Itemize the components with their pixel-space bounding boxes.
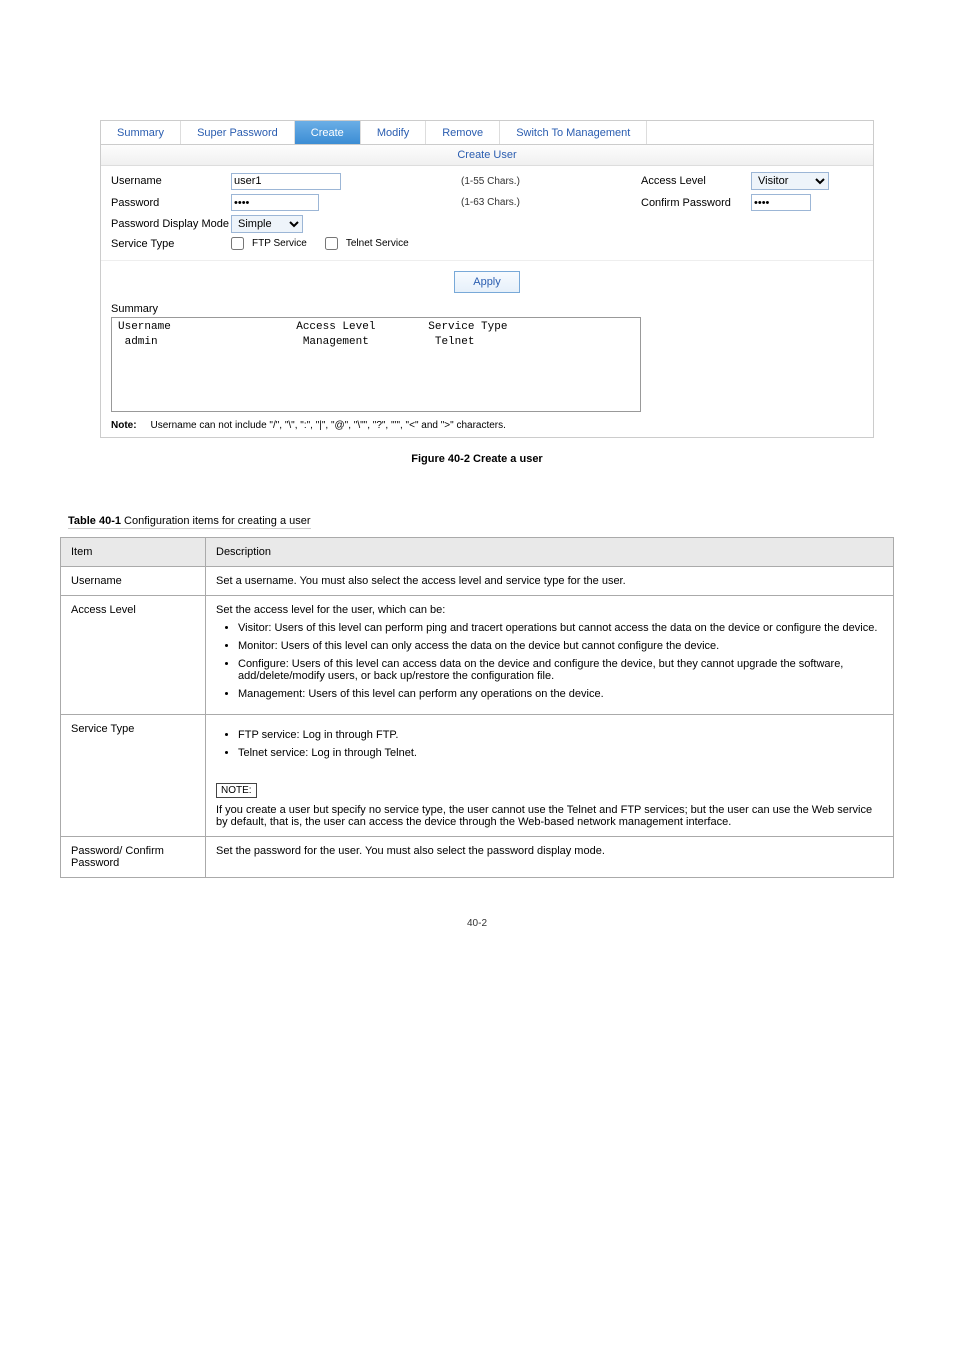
desc-cell: Set the password for the user. You must … xyxy=(206,837,894,878)
confirm-password-input[interactable] xyxy=(751,194,811,211)
password-hint: (1-63 Chars.) xyxy=(461,197,581,208)
desc-th-item: Item xyxy=(61,538,206,567)
item-cell: Password/ Confirm Password xyxy=(61,837,206,878)
page-footer: 40-2 xyxy=(60,918,894,929)
table-row: Password/ Confirm Password Set the passw… xyxy=(61,837,894,878)
item-cell: Access Level xyxy=(61,596,206,715)
list-item: Visitor: Users of this level can perform… xyxy=(238,622,883,634)
inline-note-header: NOTE: xyxy=(216,783,257,798)
password-input[interactable] xyxy=(231,194,319,211)
ftp-service-checkbox[interactable] xyxy=(231,237,244,250)
table-caption: Table 40-1 Configuration items for creat… xyxy=(68,515,311,529)
table-row: Access Level Set the access level for th… xyxy=(61,596,894,715)
desc-th-desc: Description xyxy=(206,538,894,567)
ftp-service-label: FTP Service xyxy=(252,238,307,249)
note-row: Note: Username can not include "/", "\",… xyxy=(101,416,873,437)
panel-title: Create User xyxy=(101,145,873,166)
list-item: Management: Users of this level can perf… xyxy=(238,688,883,700)
tab-switch-to-management[interactable]: Switch To Management xyxy=(500,121,647,144)
confirm-password-label: Confirm Password xyxy=(641,197,751,209)
figure-caption: Figure 40-2 Create a user xyxy=(60,453,894,465)
form-area: Username (1-55 Chars.) Access Level Visi… xyxy=(101,166,873,260)
tab-bar: Summary Super Password Create Modify Rem… xyxy=(101,121,873,145)
username-input[interactable] xyxy=(231,173,341,190)
note-label: Note: xyxy=(111,420,137,431)
create-user-panel: Summary Super Password Create Modify Rem… xyxy=(100,120,874,438)
password-label: Password xyxy=(111,197,231,209)
username-label: Username xyxy=(111,175,231,187)
list-item: Monitor: Users of this level can only ac… xyxy=(238,640,883,652)
apply-button[interactable]: Apply xyxy=(454,271,520,293)
tab-create[interactable]: Create xyxy=(295,121,361,144)
note-text: Username can not include "/", "\", ":", … xyxy=(150,420,505,431)
access-level-label: Access Level xyxy=(641,175,751,187)
list-item: FTP service: Log in through FTP. xyxy=(238,729,883,741)
telnet-service-label: Telnet Service xyxy=(346,238,409,249)
password-display-mode-label: Password Display Mode xyxy=(111,218,231,230)
item-cell: Username xyxy=(61,567,206,596)
tab-remove[interactable]: Remove xyxy=(426,121,500,144)
inline-note-body: If you create a user but specify no serv… xyxy=(216,804,883,828)
summary-heading: Summary xyxy=(111,303,863,315)
table-row: Service Type FTP service: Log in through… xyxy=(61,715,894,837)
username-hint: (1-55 Chars.) xyxy=(461,176,581,187)
desc-cell: Set the access level for the user, which… xyxy=(206,596,894,715)
summary-output: Username Access Level Service Type admin… xyxy=(111,317,641,412)
item-cell: Service Type xyxy=(61,715,206,837)
service-type-label: Service Type xyxy=(111,238,231,250)
password-display-mode-select[interactable]: Simple xyxy=(231,215,303,233)
access-level-select[interactable]: Visitor xyxy=(751,172,829,190)
list-item: Telnet service: Log in through Telnet. xyxy=(238,747,883,759)
list-item: Configure: Users of this level can acces… xyxy=(238,658,883,682)
telnet-service-checkbox[interactable] xyxy=(325,237,338,250)
desc-cell: FTP service: Log in through FTP. Telnet … xyxy=(206,715,894,837)
table-row: Username Set a username. You must also s… xyxy=(61,567,894,596)
tab-super-password[interactable]: Super Password xyxy=(181,121,295,144)
desc-cell: Set a username. You must also select the… xyxy=(206,567,894,596)
tab-modify[interactable]: Modify xyxy=(361,121,426,144)
description-table: Item Description Username Set a username… xyxy=(60,537,894,878)
tab-summary[interactable]: Summary xyxy=(101,121,181,144)
